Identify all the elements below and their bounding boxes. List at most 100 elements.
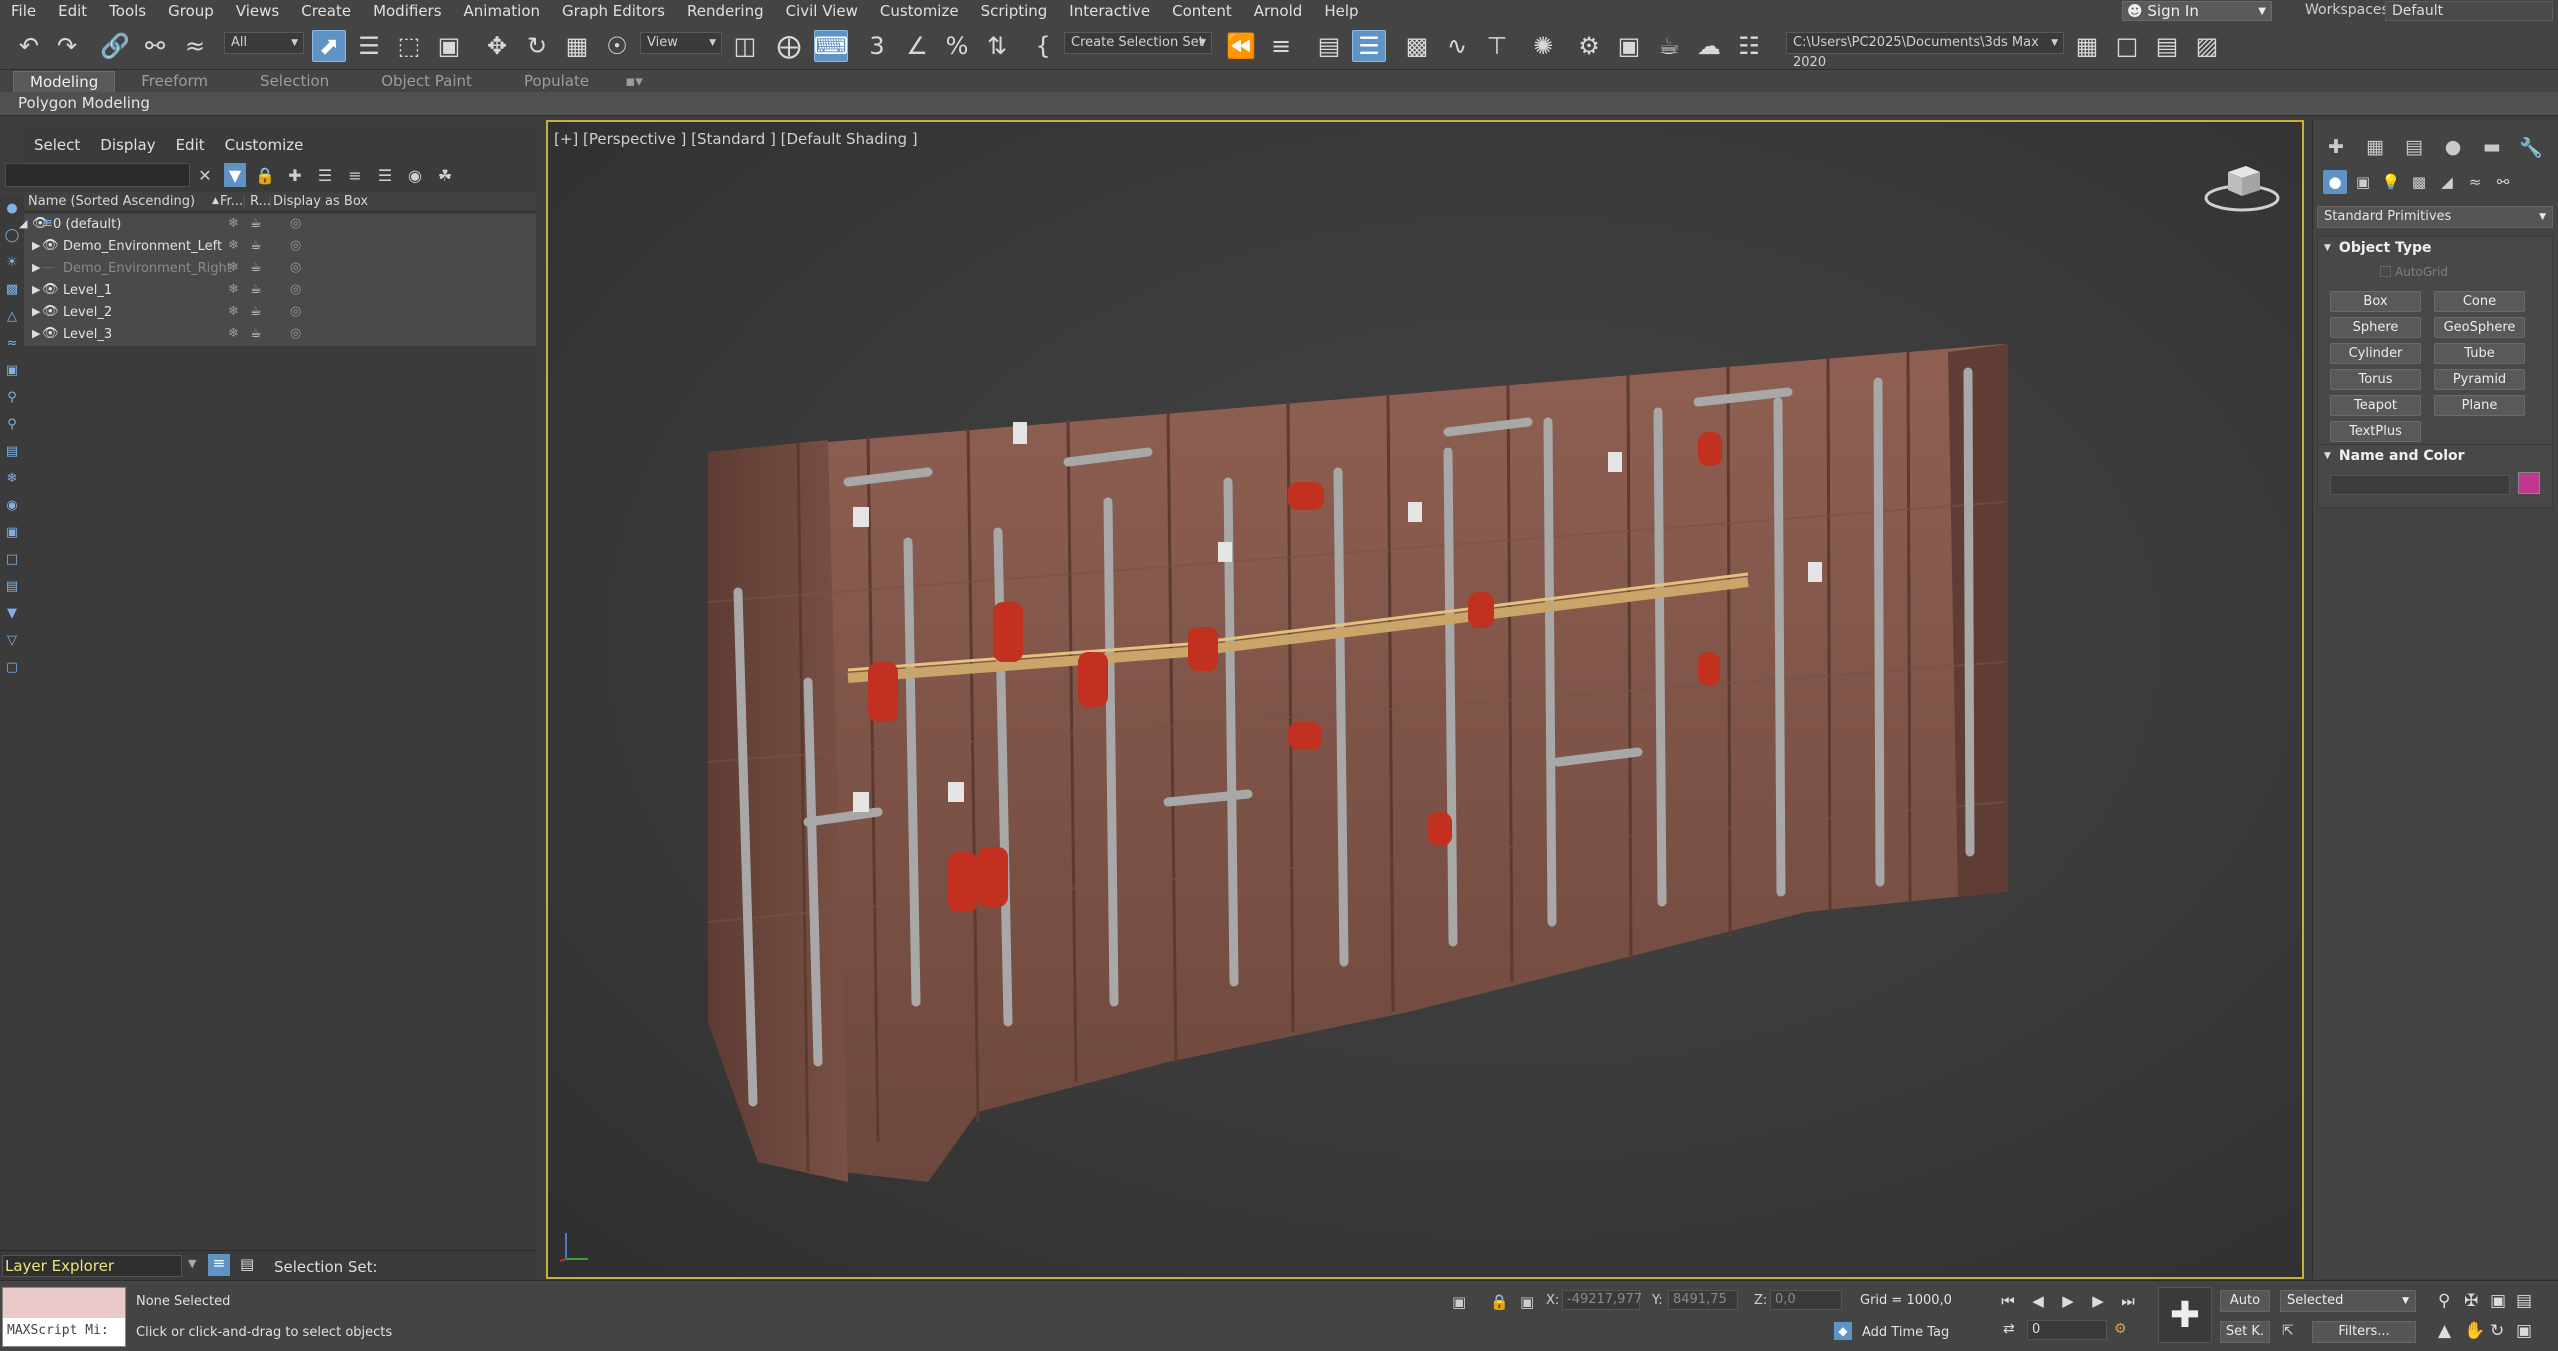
- helpers-icon[interactable]: ◢: [2435, 170, 2459, 194]
- tab-modeling[interactable]: Modeling: [13, 71, 116, 92]
- box-toggle-icon[interactable]: ◎: [290, 326, 301, 341]
- menu-help[interactable]: Help: [1313, 2, 1369, 20]
- shapes-icon[interactable]: ▣: [2351, 170, 2375, 194]
- column-name[interactable]: Name (Sorted Ascending): [28, 194, 195, 209]
- object-type-header[interactable]: ▼ Object Type: [2318, 237, 2552, 259]
- collapse-arrow-icon[interactable]: ◢: [19, 217, 27, 230]
- display-hidden-icon[interactable]: ◉: [0, 492, 24, 519]
- systems-icon[interactable]: ⚯: [2491, 170, 2515, 194]
- box-button[interactable]: Box: [2330, 291, 2421, 312]
- percent-snap-icon[interactable]: %: [940, 30, 974, 62]
- explorer-menu-edit[interactable]: Edit: [166, 136, 215, 154]
- link-icon[interactable]: 🔗: [98, 30, 132, 62]
- expand-arrow-icon[interactable]: ▶: [32, 327, 40, 340]
- zoom-extents-icon[interactable]: ▣: [2490, 1291, 2506, 1311]
- polygon-modeling-label[interactable]: Polygon Modeling: [18, 94, 150, 112]
- display-frozen-icon[interactable]: ❄: [0, 465, 24, 492]
- move-icon[interactable]: ✥: [480, 30, 514, 62]
- curve-editor-icon[interactable]: ∿: [1440, 30, 1474, 62]
- selection-lock-icon[interactable]: 🔒: [1490, 1293, 1509, 1311]
- filter-icon[interactable]: ▼: [0, 600, 24, 627]
- render-shortcut-icon[interactable]: ☷: [1732, 30, 1766, 62]
- scale-icon[interactable]: ▦: [560, 30, 594, 62]
- x-coordinate-field[interactable]: -49217,977: [1562, 1290, 1642, 1310]
- project-options-icon[interactable]: ▨: [2190, 30, 2224, 62]
- hidden-eye-icon[interactable]: —: [42, 260, 55, 275]
- align-icon[interactable]: ≡: [1264, 30, 1298, 62]
- primitive-category-dropdown[interactable]: Standard Primitives ▼: [2317, 206, 2553, 228]
- layer-row[interactable]: ◢ 👁 ≡ 0 (default) ❄ ☕ ◎: [19, 214, 536, 236]
- expand-arrow-icon[interactable]: ▶: [32, 239, 40, 252]
- create-tab-icon[interactable]: ✚: [2321, 134, 2351, 160]
- menu-rendering[interactable]: Rendering: [676, 2, 775, 20]
- schematic-view-icon[interactable]: ⊤: [1480, 30, 1514, 62]
- pyramid-button[interactable]: Pyramid: [2434, 369, 2525, 390]
- display-xrefs-icon[interactable]: ⚲: [0, 384, 24, 411]
- scene-explorer-icon[interactable]: ▤: [240, 1255, 254, 1273]
- project-folder-dropdown[interactable]: C:\Users\PC2025\Documents\3ds Max 2020 ▼: [1786, 32, 2064, 70]
- select-layer-icon[interactable]: ◉: [404, 163, 426, 187]
- next-frame-icon[interactable]: ▶: [2085, 1289, 2111, 1313]
- filter-icon[interactable]: ▼: [224, 163, 246, 187]
- visibility-eye-icon[interactable]: 👁: [42, 304, 59, 319]
- expand-arrow-icon[interactable]: ▶: [32, 283, 40, 296]
- display-spacewarps-icon[interactable]: ≈: [0, 330, 24, 357]
- time-tag-icon[interactable]: ◆: [1834, 1322, 1852, 1340]
- lights-icon[interactable]: 💡: [2379, 170, 2403, 194]
- tab-populate[interactable]: Populate: [498, 71, 615, 92]
- menu-views[interactable]: Views: [225, 2, 290, 20]
- go-to-end-icon[interactable]: ⏭: [2115, 1289, 2141, 1313]
- geometry-icon[interactable]: ●: [2323, 170, 2347, 194]
- snaps-toggle-icon[interactable]: 3: [860, 30, 894, 62]
- time-config-arrows-icon[interactable]: ⇄: [2003, 1321, 2015, 1337]
- zoom-all-icon[interactable]: ✠: [2464, 1291, 2478, 1311]
- rectangular-selection-icon[interactable]: ⬚: [392, 30, 426, 62]
- spinner-snap-icon[interactable]: ⇅: [980, 30, 1014, 62]
- explorer-search-input[interactable]: [5, 163, 190, 187]
- layer-row[interactable]: ▶ 👁 Level_1 ❄ ☕ ◎: [24, 280, 536, 302]
- make-current-layer-icon[interactable]: ≡: [344, 163, 366, 187]
- set-key-button[interactable]: Set K.: [2220, 1321, 2270, 1343]
- freeze-icon[interactable]: ❄: [228, 216, 239, 231]
- absolute-mode-icon[interactable]: ▣: [1520, 1293, 1534, 1311]
- explorer-menu-display[interactable]: Display: [90, 136, 165, 154]
- window-crossing-icon[interactable]: ▣: [432, 30, 466, 62]
- sphere-button[interactable]: Sphere: [2330, 317, 2421, 338]
- hierarchy-tab-icon[interactable]: ▤: [2399, 134, 2429, 160]
- maxscript-listener[interactable]: MAXScript Mi:: [2, 1287, 126, 1347]
- display-groups-icon[interactable]: ▣: [0, 357, 24, 384]
- time-configuration-icon[interactable]: ⚙: [2114, 1321, 2127, 1337]
- keyboard-shortcut-override-icon[interactable]: ⌨: [814, 30, 848, 62]
- tab-object-paint[interactable]: Object Paint: [355, 71, 498, 92]
- create-layer-icon[interactable]: ✚: [284, 163, 306, 187]
- edit-named-selection-icon[interactable]: {: [1026, 30, 1060, 62]
- display-cameras-icon[interactable]: ▩: [0, 276, 24, 303]
- display-helpers-icon[interactable]: △: [0, 303, 24, 330]
- chevron-down-icon[interactable]: ▼: [188, 1257, 196, 1270]
- object-name-input[interactable]: [2330, 475, 2510, 495]
- ribbon-options-icon[interactable]: ▪▾: [615, 71, 653, 92]
- previous-frame-icon[interactable]: ◀: [2025, 1289, 2051, 1313]
- explorer-menu-select[interactable]: Select: [24, 136, 90, 154]
- menu-create[interactable]: Create: [290, 2, 362, 20]
- layer-stack-icon[interactable]: ☰: [374, 163, 396, 187]
- render-setup-icon[interactable]: ⚙: [1572, 30, 1606, 62]
- menu-tools[interactable]: Tools: [98, 2, 157, 20]
- material-editor-icon[interactable]: ✺: [1526, 30, 1560, 62]
- field-of-view-icon[interactable]: ▲: [2438, 1321, 2451, 1341]
- menu-content[interactable]: Content: [1161, 2, 1243, 20]
- toggle-layer-explorer-icon[interactable]: ☰: [1352, 30, 1386, 62]
- explorer-options-icon[interactable]: ▢: [0, 654, 24, 681]
- select-manipulate-icon[interactable]: ⨁: [772, 30, 806, 62]
- freeze-icon[interactable]: ❄: [228, 326, 239, 341]
- display-bones-icon[interactable]: ⚲: [0, 411, 24, 438]
- render-teapot-icon[interactable]: ☕: [250, 326, 262, 341]
- render-teapot-icon[interactable]: ☕: [250, 304, 262, 319]
- rotate-icon[interactable]: ↻: [520, 30, 554, 62]
- visibility-eye-icon[interactable]: 👁: [42, 282, 59, 297]
- workspace-dropdown[interactable]: Default: [2385, 1, 2553, 21]
- geosphere-button[interactable]: GeoSphere: [2434, 317, 2525, 338]
- render-production-icon[interactable]: ☕: [1652, 30, 1686, 62]
- set-key-icon[interactable]: ✚: [2158, 1287, 2212, 1343]
- key-filters-button[interactable]: Filters...: [2312, 1321, 2416, 1343]
